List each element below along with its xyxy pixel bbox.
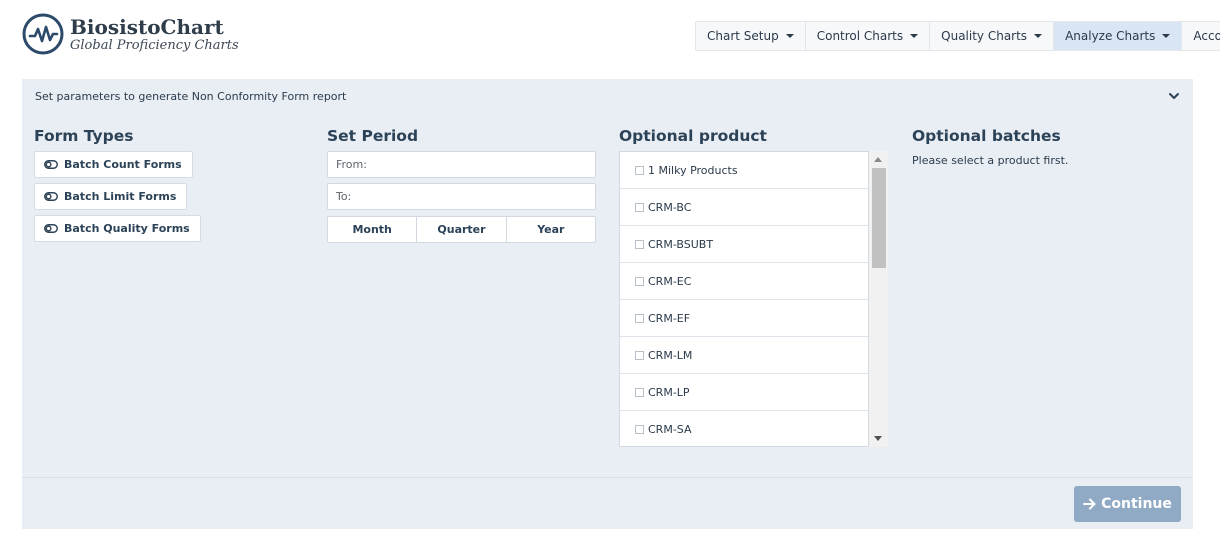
list-item[interactable]: CRM-EF <box>620 300 868 337</box>
continue-button[interactable]: Continue <box>1074 486 1181 522</box>
panel-footer: Continue <box>22 477 1193 529</box>
nav-control-charts-label: Control Charts <box>816 29 904 43</box>
list-item[interactable]: CRM-LM <box>620 337 868 374</box>
product-label: CRM-LP <box>648 385 690 399</box>
product-checkbox[interactable] <box>635 239 644 249</box>
product-label: 1 Milky Products <box>648 163 738 177</box>
product-checkbox[interactable] <box>635 165 644 175</box>
scrollbar-thumb[interactable] <box>872 168 886 268</box>
nav-quality-charts[interactable]: Quality Charts <box>930 22 1055 50</box>
batch-quality-forms-label: Batch Quality Forms <box>64 222 190 235</box>
nav-quality-charts-label: Quality Charts <box>941 29 1028 43</box>
product-checkbox[interactable] <box>635 424 644 434</box>
caret-down-icon <box>1162 34 1171 38</box>
form-types-title: Form Types <box>34 127 134 145</box>
panel-header[interactable]: Set parameters to generate Non Conformit… <box>22 79 1193 115</box>
batch-limit-forms-label: Batch Limit Forms <box>64 190 177 203</box>
product-list[interactable]: 1 Milky Products CRM-BC CRM-BSUBT CRM-EC… <box>619 151 869 447</box>
nav-chart-setup[interactable]: Chart Setup <box>696 22 806 50</box>
batch-quality-forms-button[interactable]: Batch Quality Forms <box>34 215 201 242</box>
caret-down-icon <box>785 34 794 38</box>
nav-account-label: Account <box>1193 29 1220 43</box>
panel-header-text: Set parameters to generate Non Conformit… <box>35 90 347 103</box>
product-label: CRM-EC <box>648 274 692 288</box>
product-label: CRM-SA <box>648 422 692 436</box>
batches-note: Please select a product first. <box>912 154 1069 167</box>
product-checkbox[interactable] <box>635 313 644 323</box>
product-label: CRM-BSUBT <box>648 237 714 251</box>
caret-down-icon <box>910 34 919 38</box>
list-item[interactable]: CRM-BC <box>620 189 868 226</box>
top-header: BiosistoChart Global Proficiency Charts … <box>0 0 1220 78</box>
list-item[interactable]: CRM-BSUBT <box>620 226 868 263</box>
main-nav: Chart Setup Control Charts Quality Chart… <box>695 21 1220 51</box>
brand-tagline: Global Proficiency Charts <box>70 38 239 53</box>
scroll-up-arrow-icon[interactable] <box>874 157 882 162</box>
product-list-scrollbar[interactable] <box>869 151 888 447</box>
caret-down-icon <box>1034 34 1043 38</box>
to-date-input[interactable] <box>327 183 596 210</box>
month-button[interactable]: Month <box>328 217 418 242</box>
period-button-group: Month Quarter Year <box>327 216 596 243</box>
nav-chart-setup-label: Chart Setup <box>707 29 779 43</box>
list-item[interactable]: CRM-EC <box>620 263 868 300</box>
nav-account[interactable]: Account <box>1182 22 1220 50</box>
list-item[interactable]: 1 Milky Products <box>620 152 868 189</box>
quarter-button[interactable]: Quarter <box>417 217 507 242</box>
product-label: CRM-LM <box>648 348 693 362</box>
batch-count-forms-label: Batch Count Forms <box>64 158 182 171</box>
product-checkbox[interactable] <box>635 350 644 360</box>
optional-batches-title: Optional batches <box>912 127 1061 145</box>
chevron-down-icon[interactable] <box>1167 89 1181 103</box>
product-checkbox[interactable] <box>635 387 644 397</box>
pulse-circle-icon[interactable] <box>22 13 64 55</box>
nav-control-charts[interactable]: Control Charts <box>806 22 931 50</box>
toggle-icon <box>44 192 58 201</box>
toggle-icon <box>44 224 58 233</box>
product-label: CRM-EF <box>648 311 691 325</box>
product-checkbox[interactable] <box>635 202 644 212</box>
continue-label: Continue <box>1101 496 1172 512</box>
product-checkbox[interactable] <box>635 276 644 286</box>
nav-analyze-charts[interactable]: Analyze Charts <box>1054 22 1183 50</box>
product-label: CRM-BC <box>648 200 692 214</box>
batch-count-forms-button[interactable]: Batch Count Forms <box>34 151 193 178</box>
list-item[interactable]: CRM-LP <box>620 374 868 411</box>
toggle-icon <box>44 160 58 169</box>
scroll-down-arrow-icon[interactable] <box>874 436 882 441</box>
batch-limit-forms-button[interactable]: Batch Limit Forms <box>34 183 188 210</box>
report-parameters-panel: Set parameters to generate Non Conformit… <box>22 79 1193 529</box>
list-item[interactable]: CRM-SA <box>620 411 868 446</box>
year-button[interactable]: Year <box>507 217 595 242</box>
arrow-right-icon <box>1083 498 1096 510</box>
brand-name[interactable]: BiosistoChart <box>70 15 224 39</box>
optional-product-title: Optional product <box>619 127 767 145</box>
set-period-title: Set Period <box>327 127 419 145</box>
nav-analyze-charts-label: Analyze Charts <box>1065 29 1156 43</box>
from-date-input[interactable] <box>327 151 596 178</box>
